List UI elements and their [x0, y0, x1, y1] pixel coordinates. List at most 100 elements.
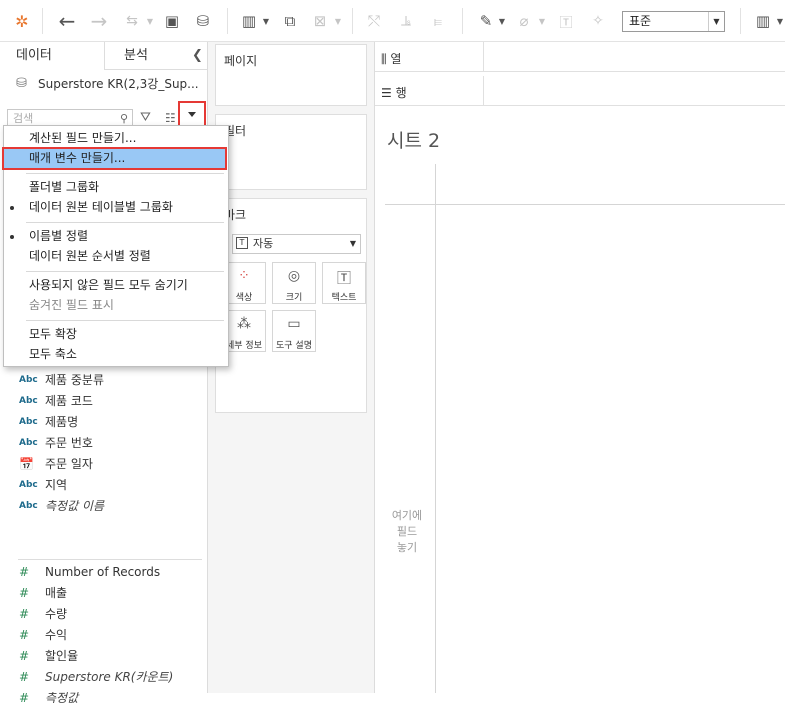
pin-icon[interactable]: ✧: [588, 10, 608, 32]
menu-item-sort-by-name[interactable]: 이름별 정렬: [4, 227, 228, 246]
measure-item[interactable]: # 측정값: [0, 687, 208, 708]
columns-shelf[interactable]: ⫼ 열: [375, 42, 785, 72]
pages-card-title: 페이지: [224, 54, 258, 68]
pages-card[interactable]: 페이지: [215, 44, 367, 106]
field-label: 측정값 이름: [45, 499, 105, 513]
mark-type-value: 자동: [253, 237, 274, 250]
measure-item[interactable]: # 매출: [0, 582, 208, 603]
dimension-item[interactable]: Abc 제품 중분류: [0, 369, 208, 390]
menu-item-collapse-all[interactable]: 모두 축소: [4, 345, 228, 364]
new-worksheet-icon[interactable]: ▥: [238, 10, 260, 32]
list-view-icon[interactable]: ☷: [165, 111, 176, 125]
columns-shelf-label: ⫼ 열: [381, 52, 402, 66]
new-datasource-icon[interactable]: ⛁: [193, 10, 213, 32]
chevron-down-icon: [188, 112, 196, 117]
color-icon: ⁘: [238, 268, 250, 284]
swap-icon[interactable]: ⇆: [119, 10, 145, 32]
string-type-icon: Abc: [19, 395, 38, 406]
chevron-down-icon[interactable]: ▼: [146, 10, 154, 32]
dimension-item[interactable]: Abc 주문 번호: [0, 432, 208, 453]
highlight-icon[interactable]: ✎: [476, 10, 496, 32]
collapse-pane-icon[interactable]: ❮: [192, 48, 203, 63]
menu-item-label: 계산된 필드 만들기...: [29, 131, 137, 145]
detail-icon: ⁂: [237, 316, 251, 332]
field-label: Number of Records: [45, 564, 161, 579]
chevron-down-icon[interactable]: ▼: [776, 10, 784, 32]
menu-item-label: 숨겨진 필드 표시: [29, 298, 114, 312]
toolbar-divider: [42, 8, 43, 34]
measure-item[interactable]: # 수량: [0, 603, 208, 624]
tab-data[interactable]: 데이터: [16, 42, 52, 70]
menu-item-label: 매개 변수 만들기...: [29, 151, 126, 165]
size-label: 크기: [285, 293, 303, 303]
menu-item-hide-unused-fields[interactable]: 사용되지 않은 필드 모두 숨기기: [4, 276, 228, 295]
field-label: 수량: [45, 607, 68, 621]
menu-divider: [26, 271, 224, 272]
menu-item-label: 데이터 원본 순서별 정렬: [29, 249, 151, 263]
pane-menu-button[interactable]: [178, 101, 206, 127]
menu-item-create-calculated-field[interactable]: 계산된 필드 만들기...: [4, 129, 228, 148]
dimension-item[interactable]: Abc 지역: [0, 474, 208, 495]
measure-item[interactable]: # Superstore KR(카운트): [0, 666, 208, 687]
measure-item[interactable]: # 할인율: [0, 645, 208, 666]
worksheet: ⫼ 열 ☰ 행 시트 2 여기에 필드 놓기: [374, 42, 785, 693]
mark-type-select[interactable]: T 자동 ▼: [232, 234, 361, 254]
tab-analysis[interactable]: 분석: [124, 42, 148, 70]
tableau-logo-icon[interactable]: ✲: [12, 10, 32, 32]
redo-icon[interactable]: →: [89, 9, 109, 33]
sort-descending-icon[interactable]: ⫢: [428, 10, 448, 32]
measure-item[interactable]: # Number of Records: [0, 561, 208, 582]
chevron-down-icon: ▼: [708, 12, 724, 31]
toolbar-divider: [352, 8, 353, 34]
sort-ascending-icon[interactable]: ⫡: [396, 10, 416, 32]
drop-hint-line: 놓기: [396, 541, 418, 554]
swap-rows-columns-icon[interactable]: ⤲: [364, 10, 384, 32]
chevron-down-icon: ▼: [349, 239, 356, 248]
view-size-select[interactable]: 표준 ▼: [622, 11, 725, 32]
selected-bullet-icon: [10, 235, 14, 239]
dimension-item[interactable]: Abc 제품명: [0, 411, 208, 432]
dimension-item[interactable]: Abc 측정값 이름: [0, 495, 208, 516]
duplicate-sheet-icon[interactable]: ⧉: [280, 10, 300, 32]
field-label: 매출: [45, 586, 68, 600]
menu-item-expand-all[interactable]: 모두 확장: [4, 325, 228, 344]
string-type-icon: Abc: [19, 416, 38, 427]
text-button[interactable]: 🅃 텍스트: [322, 262, 366, 304]
pane-tabs: 데이터 분석 ❮: [0, 42, 208, 70]
chevron-down-icon[interactable]: ▼: [538, 10, 546, 32]
view-size-value: 표준: [629, 14, 652, 28]
chevron-down-icon[interactable]: ▼: [334, 10, 342, 32]
menu-item-label: 모두 확장: [29, 327, 77, 341]
size-button[interactable]: ◎ 크기: [272, 262, 316, 304]
chevron-down-icon[interactable]: ▼: [262, 10, 270, 32]
datasource-item[interactable]: ⛁ Superstore KR(2,3강_Sup...: [16, 75, 199, 92]
save-icon[interactable]: ▣: [162, 10, 182, 32]
text-label-icon[interactable]: 🅃: [556, 10, 576, 32]
menu-item-group-by-folder[interactable]: 폴더별 그룹화: [4, 178, 228, 197]
attach-icon[interactable]: ⌀: [514, 10, 534, 32]
menu-item-sort-by-datasource-order[interactable]: 데이터 원본 순서별 정렬: [4, 247, 228, 266]
menu-item-label: 폴더별 그룹화: [29, 180, 100, 194]
tooltip-button[interactable]: ▭ 도구 설명: [272, 310, 316, 352]
clear-sheet-icon[interactable]: ⊠: [310, 10, 330, 32]
sheet-title[interactable]: 시트 2: [387, 126, 440, 153]
rows-shelf-label: ☰ 행: [381, 86, 407, 100]
show-me-icon[interactable]: ▥: [752, 10, 774, 32]
menu-item-group-by-table[interactable]: 데이터 원본 테이블별 그룹화: [4, 198, 228, 217]
field-label: 주문 일자: [45, 457, 93, 471]
filters-card[interactable]: 필터: [215, 114, 367, 190]
drop-field-hint[interactable]: 여기에 필드 놓기: [385, 508, 429, 556]
chevron-down-icon[interactable]: ▼: [498, 10, 506, 32]
menu-item-create-parameter[interactable]: 매개 변수 만들기...: [2, 147, 227, 170]
dimension-item[interactable]: Abc 제품 코드: [0, 390, 208, 411]
filter-icon[interactable]: ⛛: [140, 110, 151, 125]
calendar-icon: 📅: [19, 456, 34, 471]
rows-shelf[interactable]: ☰ 행: [375, 76, 785, 106]
dimension-item[interactable]: 📅 주문 일자: [0, 453, 208, 474]
number-type-icon: #: [19, 585, 30, 600]
undo-icon[interactable]: ←: [57, 9, 77, 33]
menu-item-show-hidden-fields[interactable]: 숨겨진 필드 표시: [4, 296, 228, 315]
string-type-icon: Abc: [19, 437, 38, 448]
measure-item[interactable]: # 수익: [0, 624, 208, 645]
toolbar-divider: [740, 8, 741, 34]
